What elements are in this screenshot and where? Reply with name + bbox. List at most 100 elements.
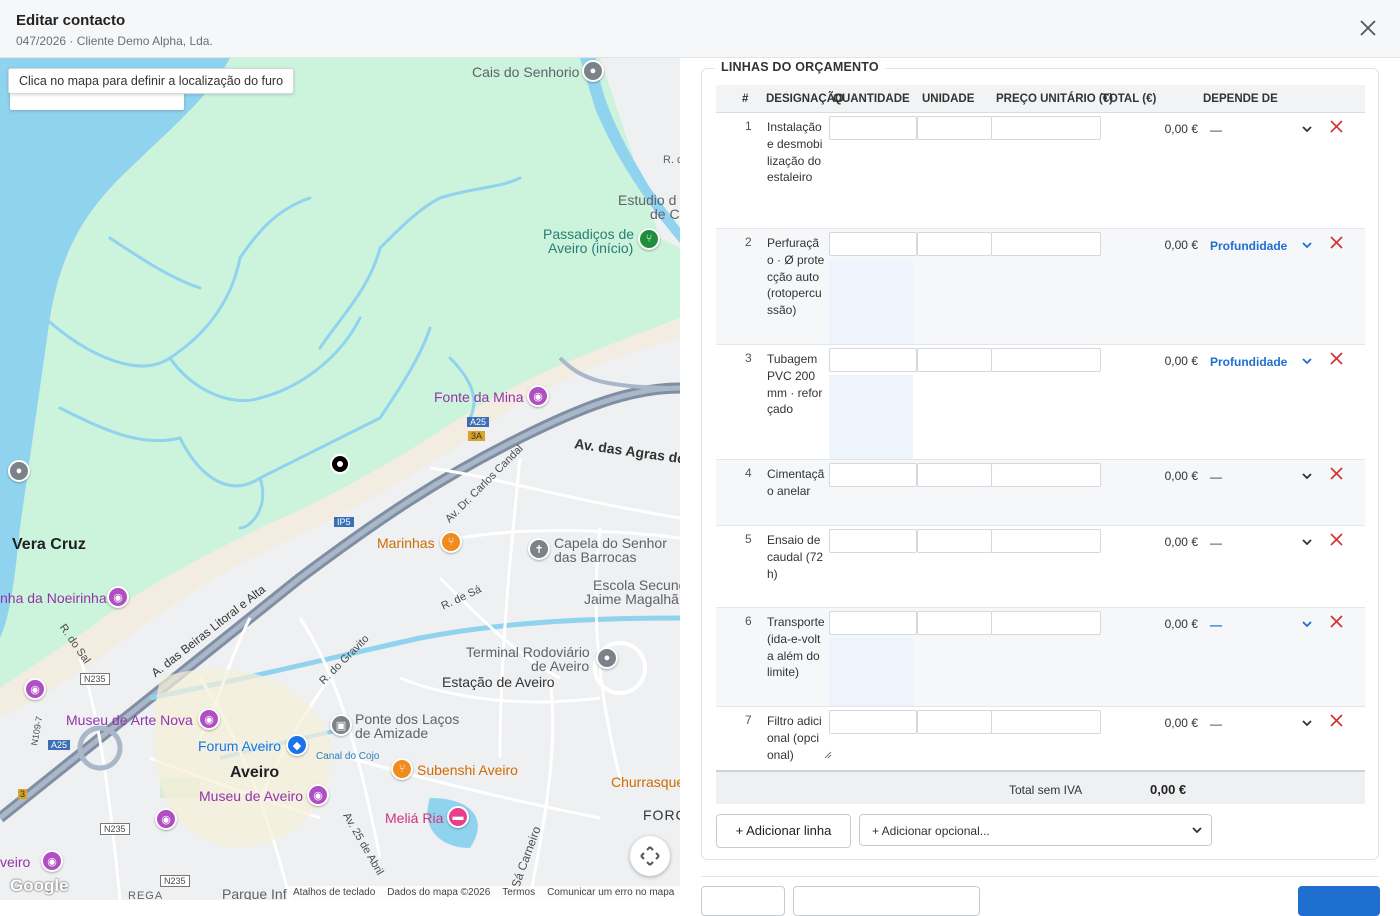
delete-icon[interactable] — [1330, 120, 1343, 133]
unit-price-input[interactable] — [991, 529, 1101, 553]
camera-pin-icon[interactable]: ◉ — [198, 708, 220, 730]
map-label: de Amizade — [355, 725, 429, 741]
quantity-input[interactable] — [829, 710, 917, 734]
delete-icon[interactable] — [1330, 467, 1343, 480]
map-label: de Aveiro — [531, 658, 590, 674]
delete-icon[interactable] — [1330, 615, 1343, 628]
designation-text[interactable]: Cimentação anelar — [767, 466, 825, 500]
footer-button[interactable] — [793, 886, 980, 916]
attribution-shortcuts[interactable]: Atalhos de teclado — [293, 887, 375, 899]
unit-input[interactable] — [917, 232, 992, 256]
row-number: 2 — [745, 235, 752, 249]
camera-pin-icon[interactable]: ◉ — [41, 850, 63, 872]
unit-price-input[interactable] — [991, 348, 1101, 372]
hotel-pin-icon[interactable]: ▬ — [447, 806, 469, 828]
designation-text[interactable]: Perfuração · Ø protecção auto (rotopercu… — [767, 235, 825, 319]
row-number: 3 — [745, 351, 752, 365]
road-shield: N235 — [160, 875, 190, 887]
map-label: Marinhas — [377, 535, 435, 551]
camera-pin-icon[interactable]: ◉ — [307, 784, 329, 806]
unit-price-input[interactable] — [991, 710, 1101, 734]
designation-text[interactable]: Filtro adicional (opcional) — [767, 713, 825, 763]
unit-price-input[interactable] — [991, 232, 1101, 256]
delete-icon[interactable] — [1330, 352, 1343, 365]
restaurant-pin-icon[interactable]: ⑂ — [391, 758, 413, 780]
location-map[interactable]: Clica no mapa para definir a localização… — [0, 58, 680, 900]
church-pin-icon[interactable]: ✝ — [528, 538, 550, 560]
place-pin-icon[interactable]: ● — [8, 460, 30, 482]
depends-on-select[interactable]: Profundidade — [1210, 239, 1287, 253]
quantity-input[interactable] — [829, 463, 917, 487]
depends-on-select[interactable]: Profundidade — [1210, 355, 1287, 369]
unit-price-input[interactable] — [991, 116, 1101, 140]
map-label: Fonte da Mina — [434, 389, 524, 405]
map-label: Cais do Senhorio — [472, 64, 580, 80]
camera-pin-icon[interactable]: ◉ — [155, 808, 177, 830]
resize-handle-icon[interactable] — [824, 751, 832, 759]
road-shield: A25 — [48, 740, 71, 750]
google-logo: Google — [10, 876, 69, 895]
footer-button[interactable] — [701, 886, 785, 916]
depends-on-select[interactable]: — — [1210, 618, 1222, 632]
map-label: das Barrocas — [554, 549, 637, 565]
quantity-input[interactable] — [829, 611, 917, 635]
unit-price-input[interactable] — [991, 463, 1101, 487]
unit-input[interactable] — [917, 348, 992, 372]
quantity-input[interactable] — [829, 232, 917, 256]
close-icon[interactable] — [1358, 18, 1378, 38]
quantity-disabled-area — [829, 375, 913, 459]
primary-button[interactable] — [1298, 886, 1380, 916]
quantity-input[interactable] — [829, 348, 917, 372]
restaurant-pin-icon[interactable]: ⑂ — [440, 531, 462, 553]
delete-icon[interactable] — [1330, 714, 1343, 727]
landmark-pin-icon[interactable]: ▣ — [330, 714, 352, 736]
depends-on-select[interactable]: — — [1210, 470, 1222, 484]
add-line-button[interactable]: + Adicionar linha — [716, 814, 851, 848]
designation-text[interactable]: Tubagem PVC 200 mm · reforçado — [767, 351, 825, 418]
shopping-pin-icon[interactable]: ◆ — [286, 734, 308, 756]
unit-input[interactable] — [917, 710, 992, 734]
dialog-title: Editar contacto — [16, 12, 126, 29]
chevron-down-icon[interactable] — [1301, 470, 1313, 482]
designation-text[interactable]: Transporte (ida-e-volta além do limite) — [767, 614, 825, 681]
depends-on-select[interactable]: — — [1210, 123, 1222, 137]
map-canvas[interactable] — [0, 58, 680, 900]
unit-price-input[interactable] — [991, 611, 1101, 635]
dialog-header: Editar contacto 047/2026 · Cliente Demo … — [0, 0, 1400, 58]
delete-icon[interactable] — [1330, 533, 1343, 546]
unit-input[interactable] — [917, 116, 992, 140]
location-marker[interactable] — [330, 454, 350, 474]
chevron-down-icon[interactable] — [1301, 717, 1313, 729]
delete-icon[interactable] — [1330, 236, 1343, 249]
camera-pin-icon[interactable]: ◉ — [107, 586, 129, 608]
add-optional-select[interactable]: + Adicionar opcional... — [859, 814, 1212, 846]
table-row: 7 Filtro adicional (opcional) 0,00 € — — [716, 707, 1365, 771]
col-num: # — [742, 93, 749, 105]
camera-pin-icon[interactable]: ◉ — [527, 385, 549, 407]
chevron-down-icon[interactable] — [1301, 536, 1313, 548]
designation-text[interactable]: Instalação e desmobilização do estaleiro — [767, 119, 825, 186]
designation-text[interactable]: Ensaio de caudal (72 h) — [767, 532, 825, 582]
attribution-report[interactable]: Comunicar um erro no mapa — [547, 887, 674, 899]
quantity-input[interactable] — [829, 116, 917, 140]
depends-on-select[interactable]: — — [1210, 536, 1222, 550]
unit-input[interactable] — [917, 529, 992, 553]
unit-input[interactable] — [917, 611, 992, 635]
road-shield: 3A — [468, 431, 486, 441]
chevron-down-icon[interactable] — [1301, 239, 1313, 251]
chevron-down-icon[interactable] — [1301, 355, 1313, 367]
restaurant-pin-icon[interactable]: ⑂ — [638, 228, 660, 250]
camera-pin-icon[interactable]: ◉ — [24, 678, 46, 700]
fullscreen-button[interactable] — [630, 836, 670, 876]
attribution-terms[interactable]: Termos — [502, 887, 535, 899]
unit-input[interactable] — [917, 463, 992, 487]
table-footer: Total sem IVA 0,00 € — [716, 770, 1365, 804]
map-label: Meliá Ria — [385, 810, 444, 826]
place-pin-icon[interactable]: ● — [596, 647, 618, 669]
quantity-input[interactable] — [829, 529, 917, 553]
place-pin-icon[interactable]: ● — [582, 60, 604, 82]
road-shield: N235 — [80, 673, 110, 685]
chevron-down-icon[interactable] — [1301, 123, 1313, 135]
depends-on-select[interactable]: — — [1210, 717, 1222, 731]
chevron-down-icon[interactable] — [1301, 618, 1313, 630]
